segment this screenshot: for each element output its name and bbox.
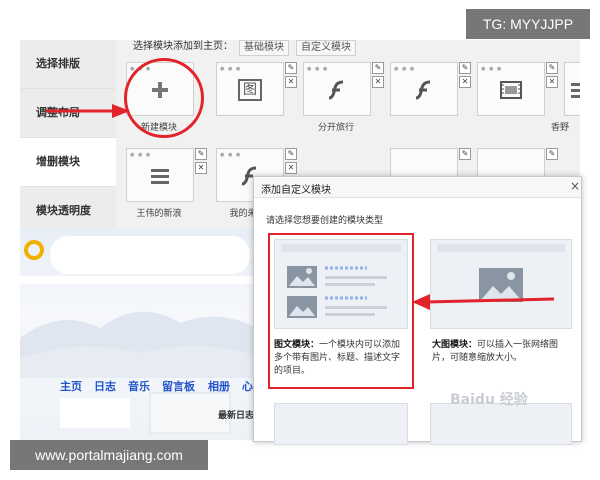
close-icon[interactable]: ✕ <box>459 76 471 88</box>
card-partial[interactable] <box>274 403 408 445</box>
tab-basic-modules[interactable]: 基础模块 <box>239 40 289 56</box>
module-tile[interactable] <box>564 62 580 116</box>
card-description: 大图模块：可以插入一张网络图片，可随意缩放大小。 <box>432 339 572 365</box>
close-icon[interactable]: ✕ <box>285 76 297 88</box>
blog-nav-guestbook[interactable]: 留言板 <box>162 378 195 394</box>
module-tile[interactable]: ● ● ● <box>477 62 545 116</box>
close-icon[interactable]: ✕ <box>546 76 558 88</box>
window-dots: ● ● ● <box>220 66 242 72</box>
list-icon <box>571 83 580 98</box>
edit-icon[interactable]: ✎ <box>459 62 471 74</box>
edit-icon[interactable]: ✎ <box>285 148 297 160</box>
close-icon[interactable]: ✕ <box>372 76 384 88</box>
sidebar-item-choose-layout[interactable]: 选择排版 <box>20 40 116 89</box>
film-icon <box>500 81 522 99</box>
module-tile[interactable]: ● ● ● <box>303 62 371 116</box>
close-icon[interactable]: ✕ <box>195 162 207 174</box>
dialog-title: 添加自定义模块 <box>261 185 331 196</box>
module-tile[interactable]: ● ● ● <box>126 148 194 202</box>
red-arrow <box>46 104 130 118</box>
card-partial[interactable] <box>430 403 572 445</box>
red-arrow <box>412 294 554 310</box>
module-bar-title: 选择模块添加到主页： <box>133 41 233 52</box>
baidu-watermark: Baidu 经验 <box>450 392 528 408</box>
corner-tag: TG: MYYJJPP <box>466 9 590 39</box>
sidebar-item-label: 模块透明度 <box>36 204 91 217</box>
edit-icon[interactable]: ✎ <box>372 62 384 74</box>
blog-nav-more[interactable]: 心 <box>242 378 253 394</box>
flash-icon <box>415 80 431 100</box>
blog-nav-music[interactable]: 音乐 <box>128 378 150 394</box>
module-tile[interactable]: ● ● ● <box>390 62 458 116</box>
list-icon <box>151 169 169 184</box>
sidebar-item-label: 选择排版 <box>36 57 80 70</box>
edit-icon[interactable]: ✎ <box>195 148 207 160</box>
dialog-close-icon[interactable]: × <box>570 179 580 193</box>
dialog-prompt: 请选择您想要创建的模块类型 <box>266 216 384 226</box>
module-label: 香野 <box>550 123 569 133</box>
sidebar-item-label: 增删模块 <box>36 155 80 168</box>
dialog-header: 添加自定义模块 × <box>254 177 581 198</box>
window-dots: ● ● ● <box>394 66 416 72</box>
latest-posts-title: 最新日志 <box>218 411 255 421</box>
window-dots: ● ● ● <box>481 66 503 72</box>
window-dots: ● ● ● <box>307 66 329 72</box>
blog-nav-album[interactable]: 相册 <box>208 378 230 394</box>
large-image-illustration <box>437 244 565 302</box>
card-title: 大图模块： <box>432 340 478 350</box>
blog-nav-home[interactable]: 主页 <box>60 378 82 394</box>
edit-icon[interactable]: ✎ <box>546 148 558 160</box>
edit-icon[interactable]: ✎ <box>285 62 297 74</box>
edit-icon[interactable]: ✎ <box>459 148 471 160</box>
add-custom-module-dialog: 添加自定义模块 × 请选择您想要创建的模块类型 图文模块：一个模块内可以添加多个… <box>253 176 582 445</box>
flash-icon <box>328 80 344 100</box>
highlight-circle <box>124 58 204 138</box>
sidebar-item-add-remove-modules[interactable]: 增删模块 <box>20 138 116 187</box>
card-thumbnail <box>430 239 572 329</box>
window-dots: ● ● ● <box>130 152 152 158</box>
tab-custom-modules[interactable]: 自定义模块 <box>296 40 356 56</box>
module-tile[interactable]: ● ● ● 图 <box>216 62 284 116</box>
blog-nav-diary[interactable]: 日志 <box>94 378 116 394</box>
close-icon[interactable]: ✕ <box>285 162 297 174</box>
module-label: 分开旅行 <box>317 123 354 133</box>
footer-url: www.portalmajiang.com <box>10 440 208 470</box>
image-char-icon: 图 <box>238 79 262 101</box>
window-dots: ● ● ● <box>220 152 242 158</box>
highlight-rect <box>268 233 414 389</box>
edit-icon[interactable]: ✎ <box>546 62 558 74</box>
module-label: 王伟的新浪 <box>136 209 182 219</box>
